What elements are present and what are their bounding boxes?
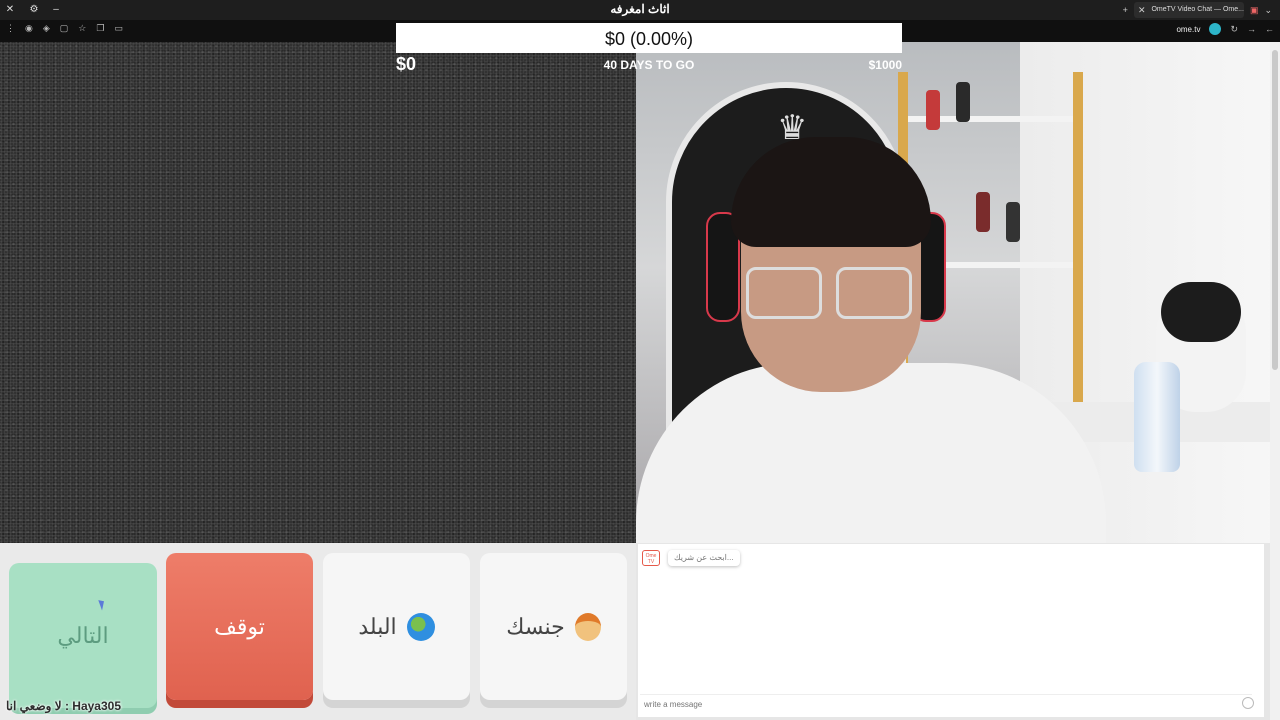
figurine bbox=[1006, 202, 1020, 242]
streamer-watermark: Haya305 : لا وضعي انا bbox=[6, 699, 121, 713]
next-button[interactable]: التالي bbox=[9, 563, 157, 708]
extension-icon[interactable]: ◉ bbox=[25, 23, 33, 34]
scrollbar-thumb[interactable] bbox=[1272, 50, 1278, 370]
site-info-icon[interactable] bbox=[1209, 23, 1222, 35]
new-tab-icon[interactable]: + bbox=[1123, 5, 1128, 15]
self-webcam-video: ♛ bbox=[636, 42, 1280, 543]
glasses-icon bbox=[746, 267, 916, 323]
page-scrollbar[interactable] bbox=[1270, 42, 1280, 720]
ometv-logo-icon: Ome TV bbox=[642, 550, 660, 566]
stop-button[interactable]: توقف bbox=[166, 553, 313, 700]
window-title: اثاث امغرفه bbox=[610, 2, 670, 16]
country-button-label: البلد bbox=[358, 613, 397, 639]
donation-progress-box: $0 (0.00%) bbox=[396, 23, 902, 53]
partner-video-static bbox=[0, 42, 636, 543]
tab-close-icon[interactable]: ✕ bbox=[1138, 2, 1146, 18]
forward-arrow-icon[interactable]: → bbox=[1247, 24, 1256, 34]
figurine bbox=[976, 192, 990, 232]
person-shirt bbox=[636, 363, 1106, 543]
chat-message-input[interactable] bbox=[640, 694, 1252, 714]
tab-recording-icon: ▣ bbox=[1249, 4, 1259, 15]
window-titlebar: ✕ ⚙ – اثاث امغرفه + ✕ OmeTV Video Chat —… bbox=[0, 0, 1280, 20]
sidebar-icon[interactable]: ▢ bbox=[60, 23, 69, 34]
plush-toy-head bbox=[1161, 282, 1241, 342]
tabs-icon[interactable]: ❐ bbox=[96, 23, 104, 34]
country-filter-button[interactable]: البلد bbox=[323, 553, 470, 700]
address-bar[interactable]: ome.tv bbox=[1176, 25, 1200, 34]
bookmark-star-icon[interactable]: ☆ bbox=[78, 23, 86, 34]
gender-button-label: جنسك bbox=[506, 613, 565, 639]
menu-dots-icon[interactable]: ⋮ bbox=[6, 23, 15, 34]
chat-status-message: ...ابحث عن شريك bbox=[668, 550, 740, 566]
face-icon bbox=[574, 612, 601, 641]
tab-list-chevron-icon[interactable]: ⌄ bbox=[1264, 5, 1272, 16]
water-bottle bbox=[1134, 362, 1180, 472]
tab-title: OmeTV Video Chat — Ome... bbox=[1151, 6, 1244, 13]
figurine bbox=[956, 82, 970, 122]
controls-panel: التالي توقف البلد جنسك Haya305 : لا وضعي… bbox=[0, 543, 636, 720]
stop-button-label: توقف bbox=[214, 613, 265, 639]
emoji-smile-icon[interactable] bbox=[1242, 697, 1254, 709]
browser-tab[interactable]: ✕ OmeTV Video Chat — Ome... bbox=[1133, 2, 1244, 18]
globe-icon bbox=[406, 612, 435, 641]
gender-filter-button[interactable]: جنسك bbox=[480, 553, 627, 700]
screen-icon[interactable]: ▭ bbox=[114, 23, 123, 34]
tab-strip: + ✕ OmeTV Video Chat — Ome... ▣ ⌄ bbox=[1123, 0, 1280, 20]
donation-goal-amount: $1000 bbox=[868, 58, 902, 72]
next-button-label: التالي bbox=[57, 622, 109, 648]
reload-icon[interactable]: ↻ bbox=[1230, 24, 1238, 35]
back-arrow-icon[interactable]: ← bbox=[1265, 24, 1274, 34]
chat-panel: Ome TV ...ابحث عن شريك bbox=[636, 543, 1280, 720]
extension-2-icon[interactable]: ◈ bbox=[43, 23, 50, 34]
figurine bbox=[926, 90, 940, 130]
